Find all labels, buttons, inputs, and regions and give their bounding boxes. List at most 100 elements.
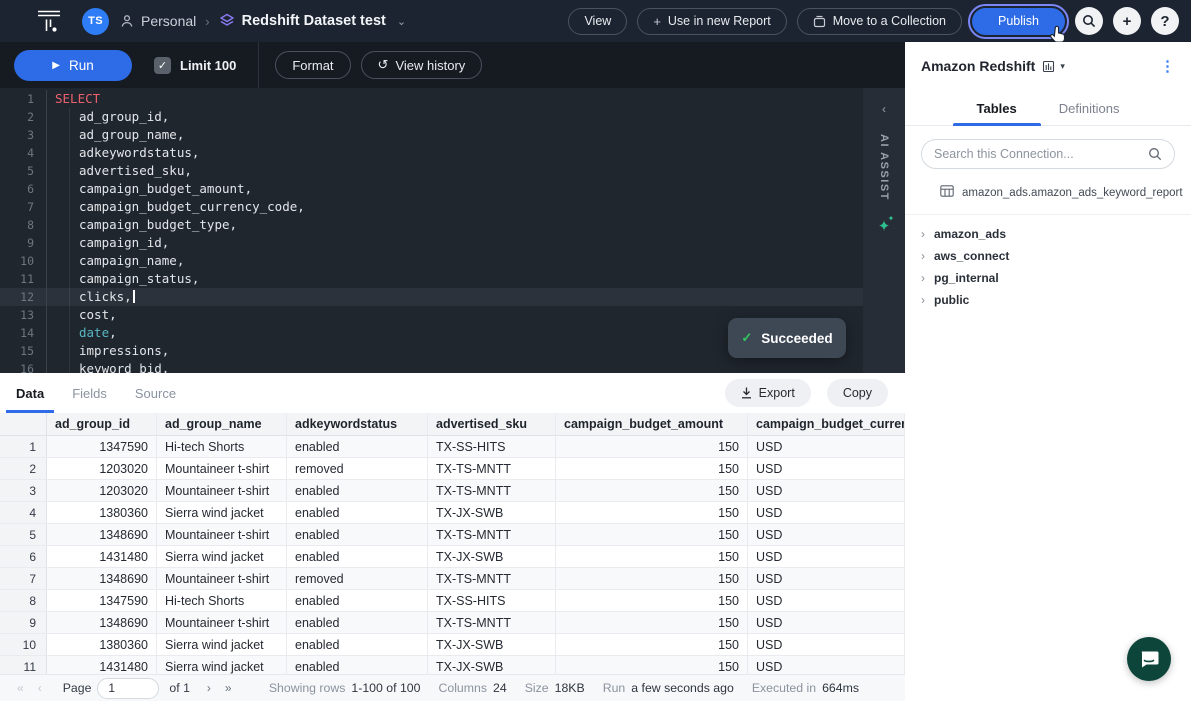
column-header-ad_group_id[interactable]: ad_group_id	[47, 413, 157, 435]
checkbox-checked-icon[interactable]: ✓	[154, 57, 171, 74]
code-line[interactable]: 3 ad_group_name,	[0, 126, 863, 144]
code-line[interactable]: 8 campaign_budget_type,	[0, 216, 863, 234]
table-cell[interactable]: 1348690	[47, 568, 157, 589]
table-cell[interactable]: 150	[556, 634, 748, 655]
schema-item-amazon_ads[interactable]: › amazon_ads	[905, 223, 1191, 245]
code-line[interactable]: 9 campaign_id,	[0, 234, 863, 252]
table-cell[interactable]: enabled	[287, 436, 428, 457]
table-cell[interactable]: 150	[556, 524, 748, 545]
table-row[interactable]: 71348690Mountaineer t-shirtremovedTX-TS-…	[0, 568, 905, 590]
kebab-menu-icon[interactable]: ⋮	[1160, 59, 1175, 74]
table-cell[interactable]: Mountaineer t-shirt	[157, 480, 287, 501]
recent-table-item[interactable]: amazon_ads.amazon_ads_keyword_report	[905, 179, 1191, 207]
code-line[interactable]: 16 keyword_bid,	[0, 360, 863, 373]
avatar[interactable]: TS	[82, 8, 109, 35]
table-cell[interactable]: 1380360	[47, 634, 157, 655]
table-cell[interactable]: Sierra wind jacket	[157, 546, 287, 567]
table-cell[interactable]: 1431480	[47, 656, 157, 674]
connection-search[interactable]	[921, 139, 1175, 169]
table-cell[interactable]: USD	[748, 546, 905, 567]
create-new-button[interactable]: +	[1113, 7, 1141, 35]
code-line[interactable]: 5 advertised_sku,	[0, 162, 863, 180]
table-row[interactable]: 21203020Mountaineer t-shirtremovedTX-TS-…	[0, 458, 905, 480]
code-line[interactable]: 6 campaign_budget_amount,	[0, 180, 863, 198]
table-cell[interactable]: USD	[748, 502, 905, 523]
table-cell[interactable]: USD	[748, 656, 905, 674]
table-cell[interactable]: TX-JX-SWB	[428, 546, 556, 567]
help-button[interactable]: ?	[1151, 7, 1179, 35]
prev-page-button[interactable]: ‹	[31, 681, 49, 695]
results-tab-data[interactable]: Data	[6, 373, 54, 413]
table-cell[interactable]: TX-TS-MNTT	[428, 524, 556, 545]
code-line[interactable]: 11 campaign_status,	[0, 270, 863, 288]
schema-item-pg_internal[interactable]: › pg_internal	[905, 267, 1191, 289]
table-cell[interactable]: enabled	[287, 502, 428, 523]
table-cell[interactable]: USD	[748, 436, 905, 457]
table-cell[interactable]: enabled	[287, 634, 428, 655]
connection-title[interactable]: Amazon Redshift	[921, 58, 1035, 74]
table-cell[interactable]: Hi-tech Shorts	[157, 590, 287, 611]
table-cell[interactable]: enabled	[287, 524, 428, 545]
table-cell[interactable]: Mountaineer t-shirt	[157, 568, 287, 589]
table-cell[interactable]: 1380360	[47, 502, 157, 523]
breadcrumb-workspace[interactable]: Personal	[141, 13, 196, 29]
table-cell[interactable]: Hi-tech Shorts	[157, 436, 287, 457]
table-cell[interactable]: 1203020	[47, 458, 157, 479]
table-row[interactable]: 101380360Sierra wind jacketenabledTX-JX-…	[0, 634, 905, 656]
table-cell[interactable]: 1203020	[47, 480, 157, 501]
data-grid[interactable]: ad_group_idad_group_nameadkeywordstatusa…	[0, 413, 905, 674]
table-row[interactable]: 61431480Sierra wind jacketenabledTX-JX-S…	[0, 546, 905, 568]
table-row[interactable]: 91348690Mountaineer t-shirtenabledTX-TS-…	[0, 612, 905, 634]
code-line[interactable]: 12 clicks,	[0, 288, 863, 306]
table-cell[interactable]: enabled	[287, 612, 428, 633]
table-cell[interactable]: enabled	[287, 480, 428, 501]
column-header-campaign_budget_amount[interactable]: campaign_budget_amount	[556, 413, 748, 435]
column-header-advertised_sku[interactable]: advertised_sku	[428, 413, 556, 435]
schema-item-aws_connect[interactable]: › aws_connect	[905, 245, 1191, 267]
last-page-button[interactable]: »	[218, 681, 239, 695]
code-line[interactable]: 2 ad_group_id,	[0, 108, 863, 126]
table-cell[interactable]: Sierra wind jacket	[157, 656, 287, 674]
next-page-button[interactable]: ›	[200, 681, 218, 695]
table-row[interactable]: 111431480Sierra wind jacketenabledTX-JX-…	[0, 656, 905, 674]
document-title[interactable]: Redshift Dataset test	[242, 13, 386, 29]
collapse-chevron-icon[interactable]: ‹	[882, 102, 886, 116]
table-row[interactable]: 81347590Hi-tech ShortsenabledTX-SS-HITS1…	[0, 590, 905, 612]
column-header-adkeywordstatus[interactable]: adkeywordstatus	[287, 413, 428, 435]
ai-assist-label[interactable]: AI ASSIST	[878, 134, 890, 201]
table-cell[interactable]: removed	[287, 568, 428, 589]
table-row[interactable]: 31203020Mountaineer t-shirtenabledTX-TS-…	[0, 480, 905, 502]
table-cell[interactable]: 1348690	[47, 524, 157, 545]
table-cell[interactable]: TX-TS-MNTT	[428, 612, 556, 633]
code-line[interactable]: 10 campaign_name,	[0, 252, 863, 270]
run-button[interactable]: ▶ Run	[14, 50, 132, 81]
table-row[interactable]: 41380360Sierra wind jacketenabledTX-JX-S…	[0, 502, 905, 524]
table-cell[interactable]: USD	[748, 568, 905, 589]
table-cell[interactable]: Mountaineer t-shirt	[157, 458, 287, 479]
export-button[interactable]: Export	[725, 379, 811, 407]
table-cell[interactable]: USD	[748, 634, 905, 655]
tab-tables[interactable]: Tables	[969, 90, 1025, 125]
results-tab-source[interactable]: Source	[125, 373, 186, 413]
tab-definitions[interactable]: Definitions	[1051, 90, 1128, 125]
copy-button[interactable]: Copy	[827, 379, 888, 407]
connection-search-input[interactable]	[934, 147, 1148, 161]
code-line[interactable]: 7 campaign_budget_currency_code,	[0, 198, 863, 216]
format-button[interactable]: Format	[275, 51, 350, 79]
move-to-collection-button[interactable]: Move to a Collection	[797, 8, 962, 35]
publish-button[interactable]: Publish	[972, 8, 1065, 35]
results-tab-fields[interactable]: Fields	[62, 373, 117, 413]
table-cell[interactable]: USD	[748, 480, 905, 501]
table-cell[interactable]: TX-SS-HITS	[428, 590, 556, 611]
table-cell[interactable]: 1347590	[47, 590, 157, 611]
chevron-down-icon[interactable]: ▾	[1060, 61, 1065, 72]
column-header-ad_group_name[interactable]: ad_group_name	[157, 413, 287, 435]
table-cell[interactable]: 1431480	[47, 546, 157, 567]
code-line[interactable]: 1 SELECT	[0, 90, 863, 108]
table-row[interactable]: 11347590Hi-tech ShortsenabledTX-SS-HITS1…	[0, 436, 905, 458]
table-cell[interactable]: 1348690	[47, 612, 157, 633]
search-button[interactable]	[1075, 7, 1103, 35]
table-cell[interactable]: TX-JX-SWB	[428, 656, 556, 674]
table-cell[interactable]: 150	[556, 590, 748, 611]
table-cell[interactable]: 150	[556, 502, 748, 523]
